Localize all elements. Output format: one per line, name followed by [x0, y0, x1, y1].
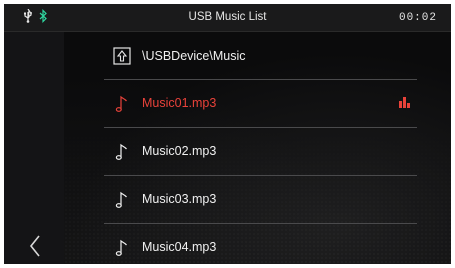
music-note-icon — [115, 95, 127, 112]
usb-music-screen: USB Music List 00:02 \USBDevice\Music Mu… — [4, 4, 451, 264]
list-item-music02[interactable]: Music02.mp3 — [104, 128, 417, 176]
list-item-music04[interactable]: Music04.mp3 — [104, 224, 417, 264]
left-panel — [4, 32, 64, 264]
music-note-icon — [115, 143, 127, 160]
music-file-list: \USBDevice\Music Music01.mp3 Music02.mp3 — [104, 32, 417, 264]
file-name: Music01.mp3 — [142, 96, 217, 110]
file-name: Music03.mp3 — [142, 192, 217, 206]
file-name: Music02.mp3 — [142, 144, 217, 158]
file-name: Music04.mp3 — [142, 240, 217, 254]
chevron-left-icon — [29, 235, 40, 257]
folder-row[interactable]: \USBDevice\Music — [104, 32, 417, 80]
status-bar: USB Music List 00:02 — [4, 4, 451, 32]
clock: 00:02 — [398, 12, 437, 24]
back-button[interactable] — [26, 233, 46, 259]
folder-path: \USBDevice\Music — [142, 49, 246, 63]
list-item-music03[interactable]: Music03.mp3 — [104, 176, 417, 224]
music-note-icon — [115, 239, 127, 256]
window-title: USB Music List — [188, 11, 267, 23]
equalizer-icon — [399, 97, 410, 108]
list-item-music01[interactable]: Music01.mp3 — [104, 80, 417, 128]
folder-up-icon — [113, 47, 131, 65]
music-note-icon — [115, 191, 127, 208]
